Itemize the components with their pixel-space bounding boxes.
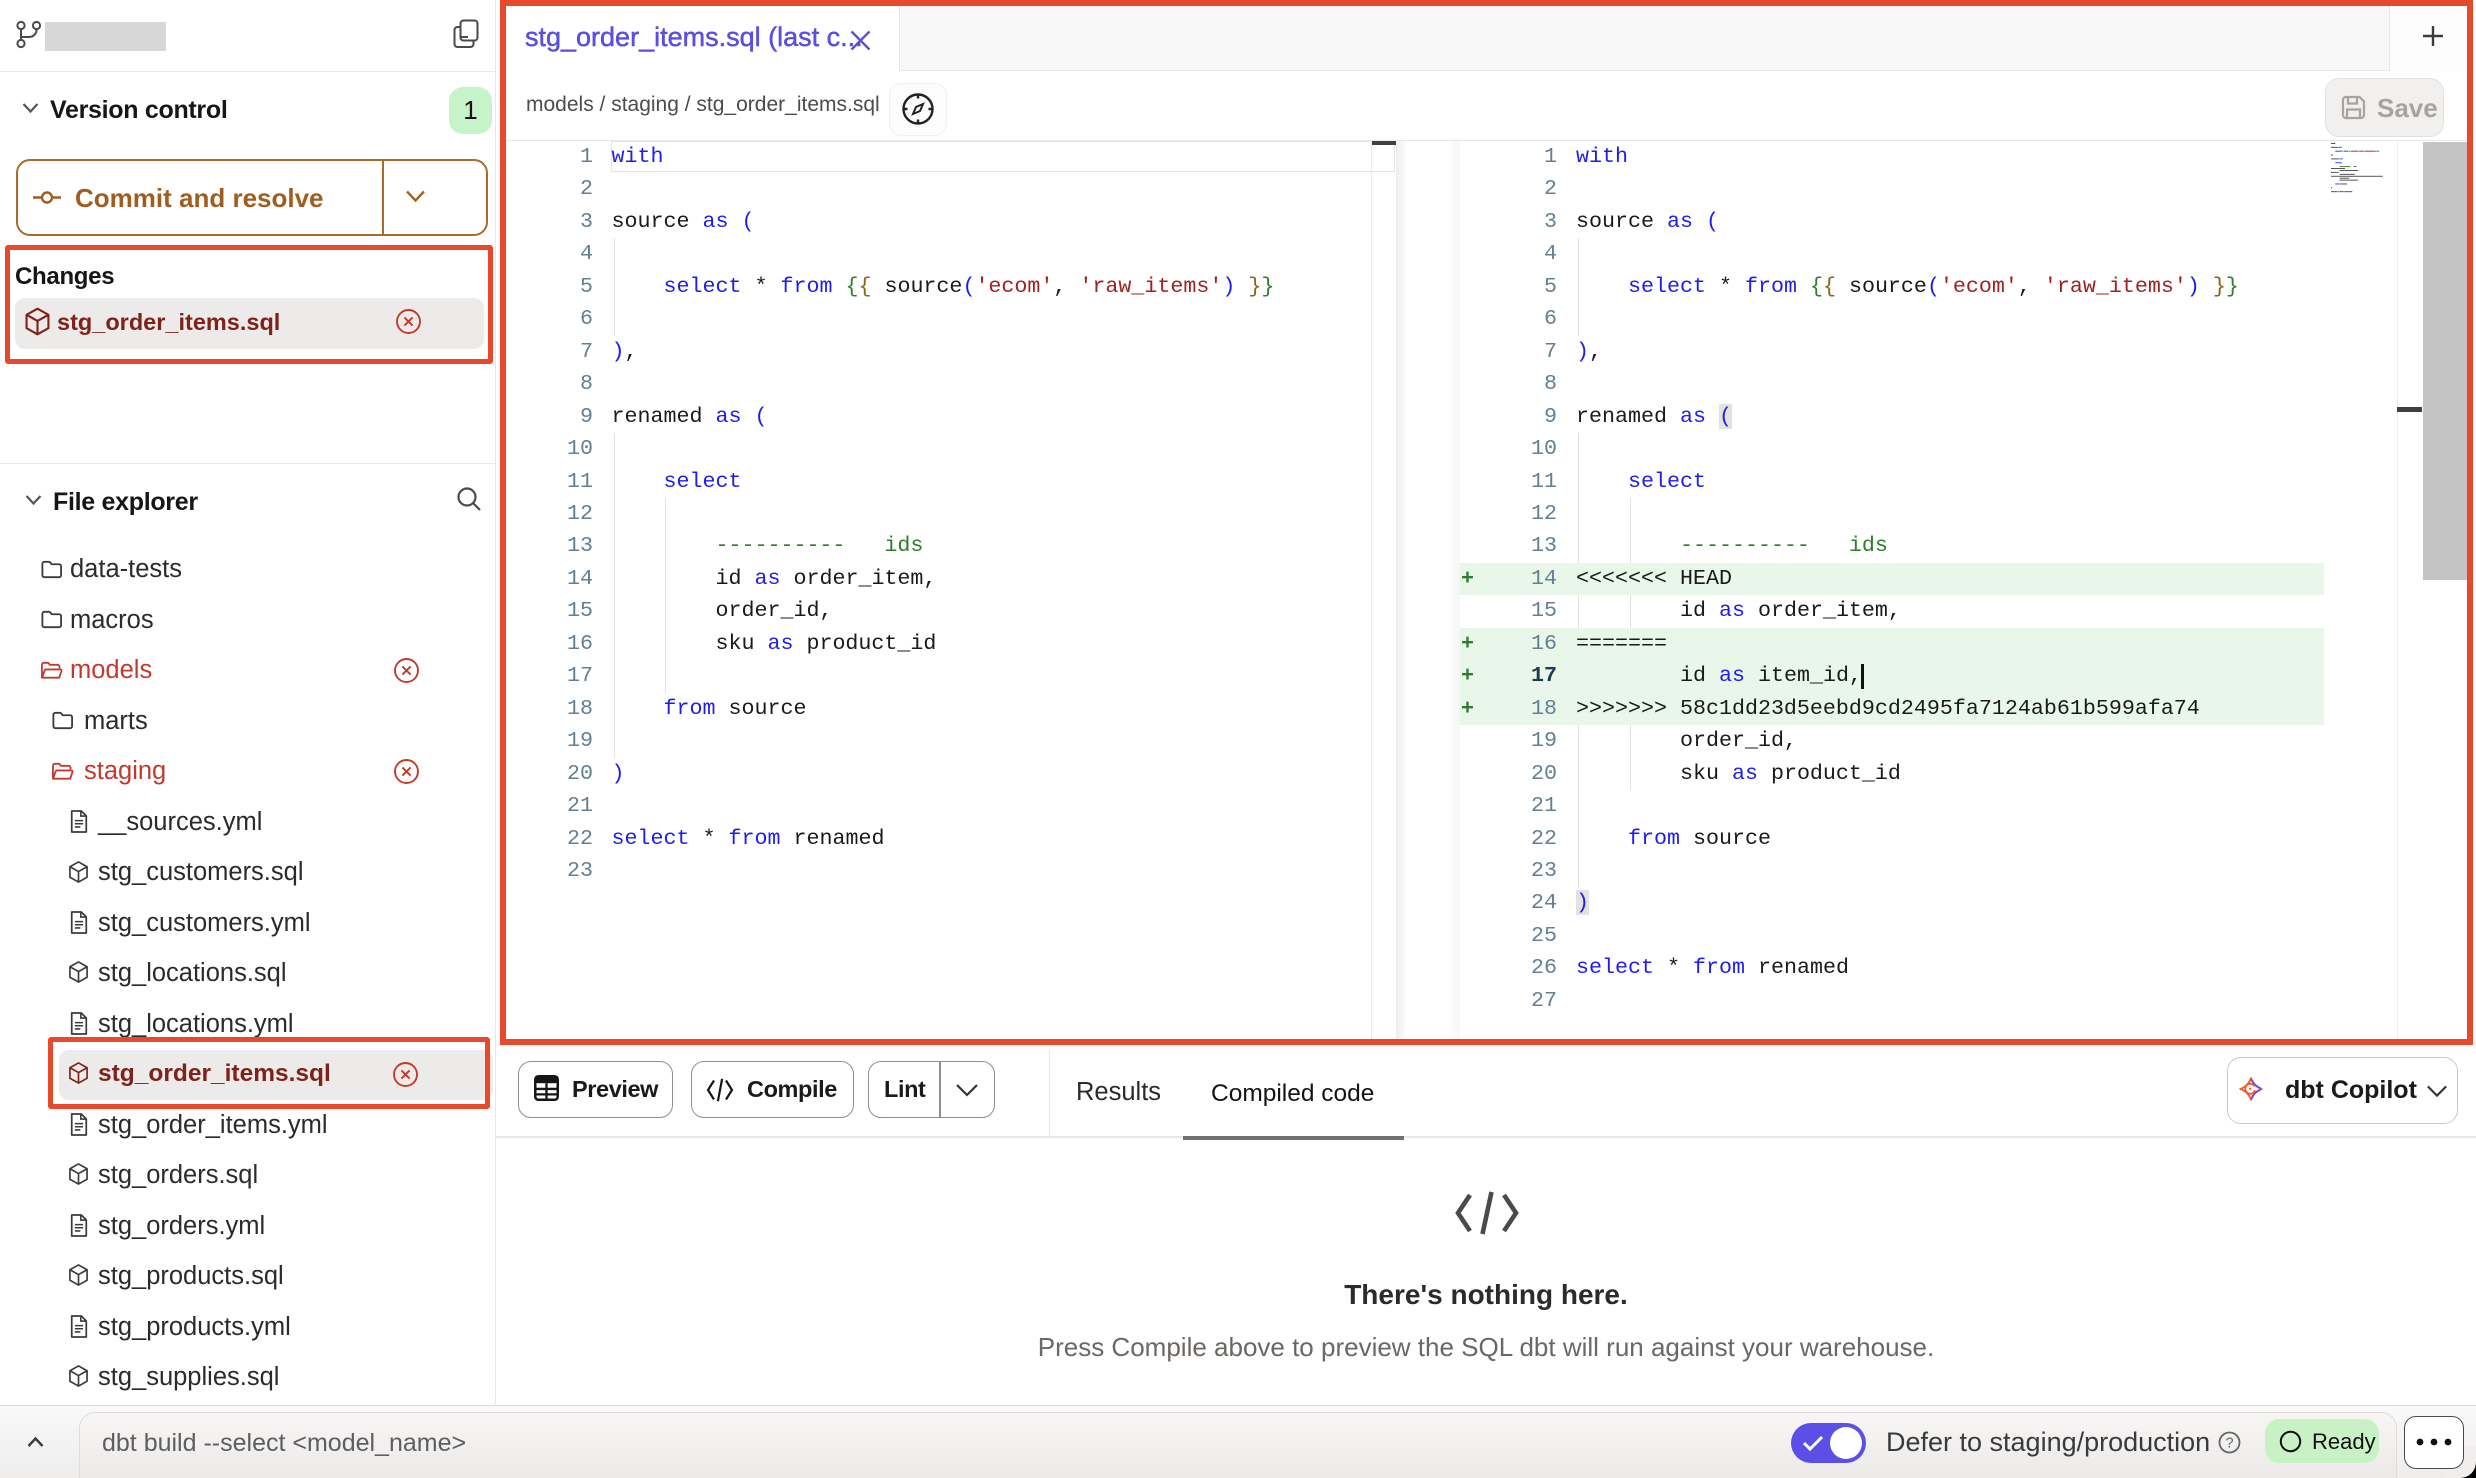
svg-text:?: ? [2225, 1436, 2233, 1452]
